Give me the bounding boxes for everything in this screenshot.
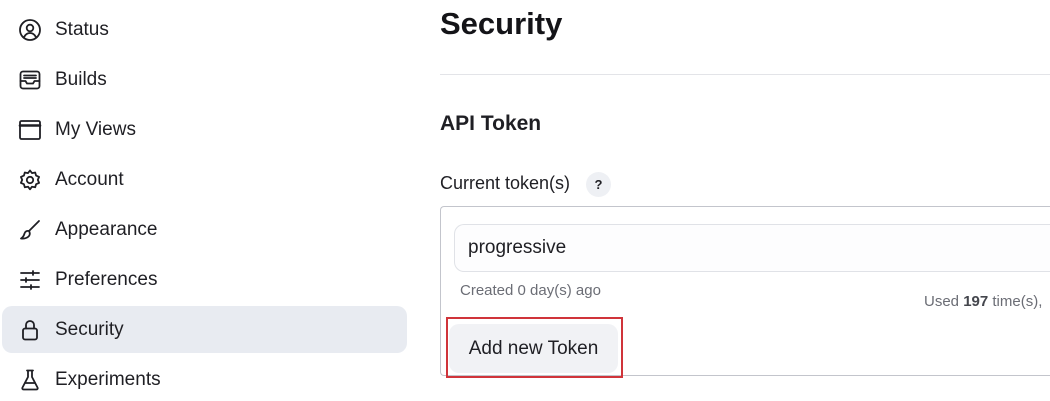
- token-created-text: Created 0 day(s) ago: [460, 282, 601, 299]
- token-name-field[interactable]: progressive: [454, 224, 1050, 272]
- sidebar-item-label: Builds: [55, 68, 107, 90]
- sidebar-item-account[interactable]: Account: [2, 156, 407, 203]
- sidebar-item-security[interactable]: Security: [2, 306, 407, 353]
- sidebar-item-label: Account: [55, 168, 124, 190]
- lock-icon: [17, 317, 43, 343]
- sidebar-item-appearance[interactable]: Appearance: [2, 206, 407, 253]
- sidebar-item-my-views[interactable]: My Views: [2, 106, 407, 153]
- sidebar-item-label: My Views: [55, 118, 136, 140]
- add-new-token-button[interactable]: Add new Token: [449, 324, 618, 373]
- sidebar: Status Builds My Views Account Appearanc…: [0, 0, 410, 401]
- token-list: progressive Created 0 day(s) ago Used 19…: [440, 206, 1050, 378]
- user-circle-icon: [17, 17, 43, 43]
- gear-icon: [17, 167, 43, 193]
- sidebar-item-builds[interactable]: Builds: [2, 56, 407, 103]
- sidebar-item-preferences[interactable]: Preferences: [2, 256, 407, 303]
- inbox-tray-icon: [17, 67, 43, 93]
- page-title: Security: [440, 6, 563, 41]
- token-usage-text: Used 197 time(s),: [924, 293, 1042, 310]
- main-content: Security API Token Current token(s) ? pr…: [440, 0, 1050, 401]
- sliders-icon: [17, 267, 43, 293]
- usage-prefix: Used: [924, 293, 964, 310]
- section-title: API Token: [440, 112, 542, 135]
- help-icon[interactable]: ?: [586, 172, 611, 197]
- usage-count: 197: [963, 293, 989, 310]
- sidebar-item-label: Appearance: [55, 218, 158, 240]
- paintbrush-icon: [17, 217, 43, 243]
- sidebar-item-label: Experiments: [55, 368, 161, 390]
- sidebar-item-status[interactable]: Status: [2, 6, 407, 53]
- current-tokens-label: Current token(s): [440, 173, 571, 193]
- sidebar-item-label: Security: [55, 318, 124, 340]
- sidebar-item-label: Preferences: [55, 268, 158, 290]
- sidebar-item-experiments[interactable]: Experiments: [2, 356, 407, 401]
- usage-suffix: time(s),: [988, 293, 1043, 310]
- flask-icon: [17, 367, 43, 393]
- sidebar-item-label: Status: [55, 18, 109, 40]
- window-icon: [17, 117, 43, 143]
- divider: [440, 74, 1050, 75]
